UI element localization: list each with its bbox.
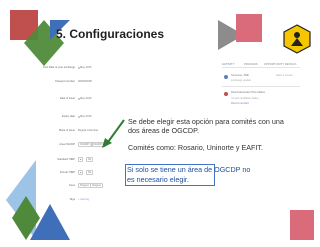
activity-time: Hace 3 meses [276, 74, 293, 77]
form-label: Expiry date [62, 115, 75, 118]
organization-logo-icon [283, 24, 311, 54]
chip-option[interactable]: ● [78, 157, 84, 162]
chip-option[interactable]: Ninguno [90, 183, 103, 188]
highlight-line-2: es necesario elegir. [127, 175, 189, 184]
add-tag-link[interactable]: + Add tag [78, 198, 89, 201]
chip-option[interactable]: No [86, 170, 94, 175]
form-row-passport: Passport number 00000000W [36, 80, 136, 88]
form-label: Fees [69, 184, 75, 187]
form-label: Area OGCDP [59, 143, 75, 146]
slide: 5. Configuraciones First Date of your ex… [0, 0, 320, 247]
highlight-line-1: Si solo se tiene un área de OGCDP no [127, 165, 251, 174]
avatar [224, 75, 228, 79]
form-label: First Date of your exchange [43, 66, 75, 69]
form-row-first-date: First Date of your exchange May 2015 [36, 66, 136, 74]
form-row-standard-sbr: Standard 'SBR' ● No [36, 157, 136, 166]
form-label: Passport number [55, 80, 75, 83]
activity-action: exchange update [231, 79, 251, 82]
form-row-fees: Fees Ninguno Ninguno [36, 183, 136, 192]
form-row-tags: Tags + Add tag [36, 198, 136, 206]
callout-line-2: dos áreas de OGCDP. [128, 126, 199, 135]
form-label: Place of issue [58, 129, 75, 132]
chip-option[interactable]: No [86, 157, 94, 162]
pink-square-shape [236, 14, 262, 42]
blue-bottom-triangle-shape [30, 204, 70, 240]
slide-title: 5. Configuraciones [56, 27, 165, 41]
date-value[interactable]: May 2015 [80, 115, 91, 118]
activity-name[interactable]: David Alexander Pinto Valdes [231, 91, 265, 94]
entry-divider [222, 86, 300, 87]
tab-process[interactable]: PROCESS [244, 62, 258, 66]
date-value[interactable]: May 2015 [80, 66, 91, 69]
activity-action: moved candidate status [231, 97, 259, 100]
tab-opportunity-details[interactable]: OPPORTUNITY DETAILS [264, 62, 296, 66]
form-label: Date of issue [59, 97, 75, 100]
date-value[interactable]: May 2015 [80, 97, 91, 100]
chip-option[interactable]: ● [78, 170, 84, 175]
form-label: Format 'SBR' [59, 171, 75, 174]
pink-corner-square-shape [290, 210, 314, 240]
tab-activity[interactable]: ACTIVITY [222, 62, 235, 66]
form-row-format-sbr: Format 'SBR' ● No [36, 170, 136, 179]
activity-panel: ACTIVITY PROCESS OPPORTUNITY DETAILS Som… [222, 62, 300, 122]
form-row-date-of-issue: Date of issue May 2015 [36, 97, 136, 105]
arrow-pointer-icon [102, 119, 125, 148]
passport-value[interactable]: 00000000W [78, 80, 92, 83]
place-value[interactable]: Bogotá Colombia [78, 129, 98, 132]
avatar [224, 92, 228, 96]
activity-name[interactable]: Someone, XMF [231, 74, 249, 77]
activity-detail: Recommended [231, 102, 249, 105]
tab-divider [222, 67, 300, 68]
form-label: Standard 'SBR' [57, 158, 75, 161]
callout-example: Comités como: Rosario, Uninorte y EAFIT. [128, 143, 264, 152]
chip-option[interactable]: Ninguno [78, 183, 91, 188]
form-label: Tags [69, 198, 75, 201]
